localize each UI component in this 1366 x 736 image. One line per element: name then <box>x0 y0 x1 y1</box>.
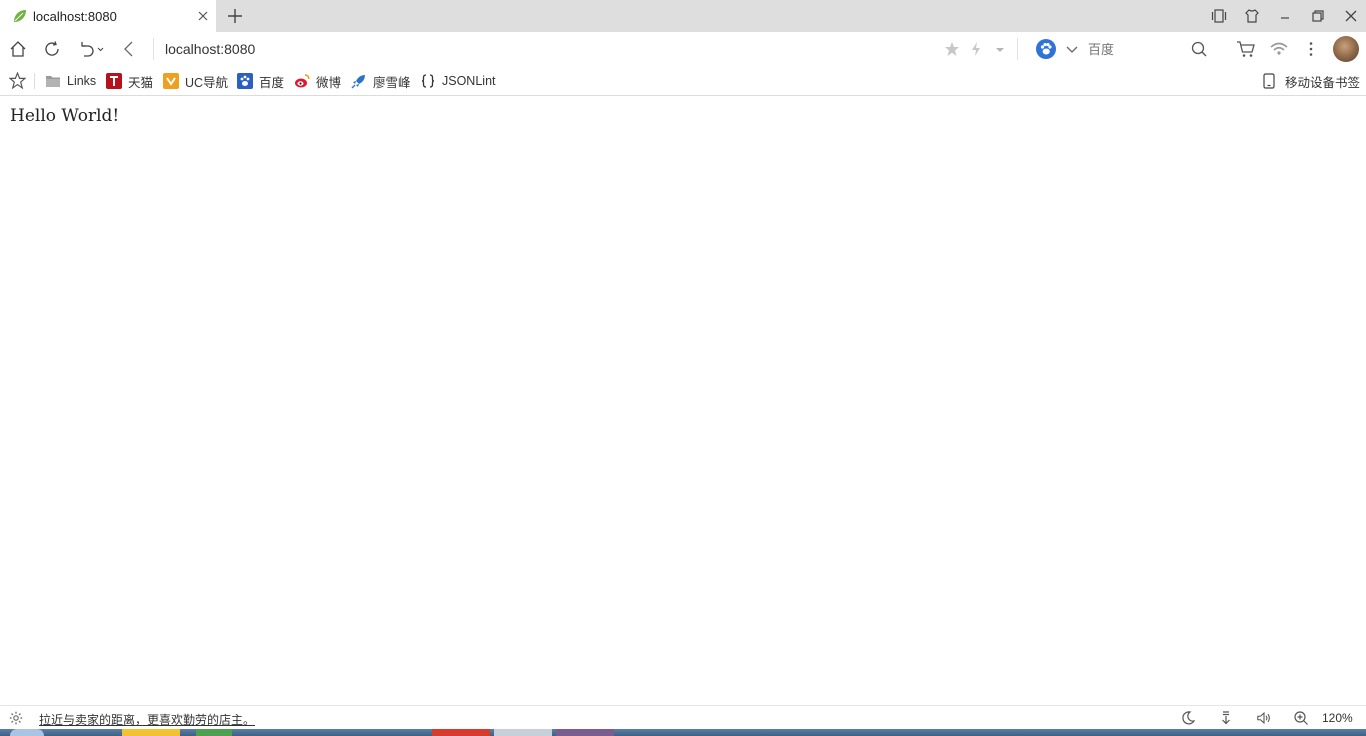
address-divider <box>153 38 154 60</box>
baidu-paw-icon[interactable] <box>1036 39 1056 59</box>
night-mode-icon[interactable] <box>1180 710 1196 726</box>
restore-icon[interactable] <box>1310 8 1326 24</box>
bookmark-label: 微博 <box>316 75 342 90</box>
undo-close-tab-icon[interactable] <box>78 40 106 58</box>
minimize-icon[interactable] <box>1277 8 1293 24</box>
sidebar-toggle-icon[interactable] <box>1211 8 1227 24</box>
bookmark-weibo[interactable]: 微博 <box>294 72 341 90</box>
avatar[interactable] <box>1333 36 1359 62</box>
bookmark-tmall[interactable]: 天猫 <box>106 72 153 90</box>
taskbar-app-purple[interactable] <box>556 729 614 736</box>
search-divider <box>1017 38 1018 60</box>
lightning-icon[interactable] <box>967 40 985 58</box>
navigation-toolbar: localhost:8080 <box>0 32 1366 67</box>
shirt-skin-icon[interactable] <box>1244 8 1260 24</box>
search-icon[interactable] <box>1190 40 1208 58</box>
os-taskbar <box>0 729 1366 736</box>
taskbar-app-red[interactable] <box>432 729 490 736</box>
bookmark-liaoxuefeng[interactable]: 廖雪峰 <box>351 72 411 90</box>
bookmarks-divider <box>34 73 35 89</box>
dropdown-arrow-icon[interactable] <box>991 40 1009 58</box>
bookmark-jsonlint[interactable]: JSONLint <box>420 72 496 90</box>
bookmark-star-icon[interactable] <box>943 40 961 58</box>
status-message[interactable]: 拉近与卖家的距离，更喜欢勤劳的店主。 <box>39 711 255 728</box>
tmall-icon <box>106 73 122 89</box>
wifi-icon[interactable] <box>1269 40 1289 58</box>
home-icon[interactable] <box>9 40 27 58</box>
mobile-bookmarks-label: 移动设备书签 <box>1284 75 1360 90</box>
status-bar: 拉近与卖家的距离，更喜欢勤劳的店主。 120% <box>0 705 1366 729</box>
bookmark-label: UC导航 <box>185 75 229 90</box>
tab-title: localhost:8080 <box>33 8 117 24</box>
baidu-icon <box>237 73 253 89</box>
page-text: Hello World! <box>10 106 120 126</box>
back-icon[interactable] <box>120 40 138 58</box>
download-icon[interactable] <box>1218 710 1234 726</box>
bookmark-links[interactable]: Links <box>45 72 96 90</box>
start-button[interactable] <box>10 729 44 736</box>
mobile-bookmarks[interactable]: 移动设备书签 <box>1261 72 1360 90</box>
zoom-in-icon[interactable] <box>1293 710 1309 726</box>
volume-icon[interactable] <box>1256 710 1272 726</box>
tab-active[interactable]: localhost:8080 <box>0 0 216 32</box>
search-input[interactable] <box>1088 39 1183 59</box>
mobile-device-icon <box>1261 73 1277 89</box>
address-bar[interactable]: localhost:8080 <box>165 40 255 58</box>
tab-strip: localhost:8080 <box>0 0 1366 32</box>
engine-chevron-down-icon[interactable] <box>1063 40 1081 58</box>
taskbar-app-explorer[interactable] <box>122 729 180 736</box>
bookmark-label: 廖雪峰 <box>373 75 411 90</box>
page-content: Hello World! <box>0 96 1366 705</box>
bookmark-label: 天猫 <box>128 75 154 90</box>
bookmarks-bar: Links 天猫 UC导航 百度 微博 廖雪峰 JSONLint 移动设备书签 <box>0 66 1366 96</box>
weibo-icon <box>294 73 310 89</box>
bookmark-label: 百度 <box>259 75 285 90</box>
braces-icon <box>420 73 436 89</box>
bookmark-baidu[interactable]: 百度 <box>237 72 284 90</box>
close-window-icon[interactable] <box>1343 8 1359 24</box>
folder-icon <box>45 73 61 89</box>
spring-leaf-icon <box>12 8 28 24</box>
more-menu-icon[interactable] <box>1302 40 1320 58</box>
shopping-cart-icon[interactable] <box>1236 40 1256 58</box>
bookmark-uc-nav[interactable]: UC导航 <box>163 72 228 90</box>
bookmark-label: JSONLint <box>442 74 496 88</box>
reload-icon[interactable] <box>43 40 61 58</box>
bookmark-label: Links <box>67 74 97 88</box>
zoom-level[interactable]: 120% <box>1322 711 1353 725</box>
rocket-icon <box>351 73 367 89</box>
bookmarks-star-icon[interactable] <box>8 71 27 90</box>
uc-nav-icon <box>163 73 179 89</box>
taskbar-app-light[interactable] <box>494 729 552 736</box>
gear-icon[interactable] <box>9 711 23 725</box>
tab-close-icon[interactable] <box>196 9 210 23</box>
taskbar-app-green[interactable] <box>196 729 232 736</box>
new-tab-icon[interactable] <box>226 7 244 25</box>
